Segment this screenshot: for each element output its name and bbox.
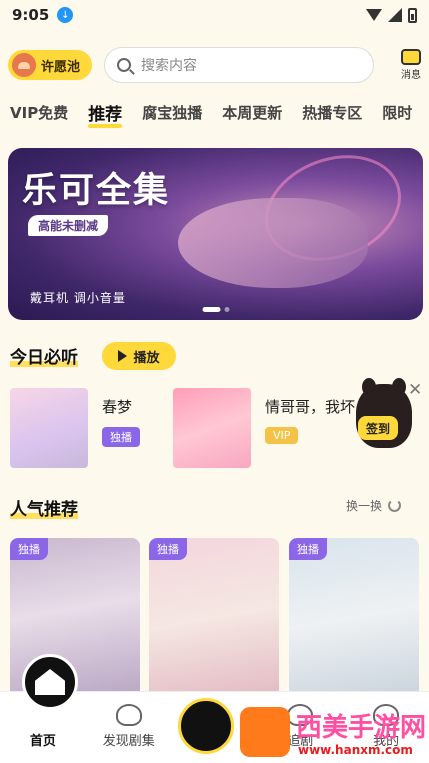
status-icons: [366, 7, 417, 23]
today-section-title: 今日必听: [10, 343, 78, 368]
exclusive-badge: 独播: [102, 427, 140, 447]
home-mascot-button[interactable]: [22, 654, 78, 710]
wish-pool-button[interactable]: 许愿池: [8, 50, 93, 80]
banner-title: 乐可全集: [22, 171, 171, 211]
play-all-button[interactable]: 播放: [102, 342, 176, 370]
exclusive-badge: 独播: [149, 538, 187, 560]
watermark-text: 西美手游网: [296, 713, 427, 743]
status-time: 9:05: [12, 6, 50, 24]
search-placeholder: 搜索内容: [141, 58, 198, 74]
pagination-dot: [224, 307, 229, 312]
refresh-icon: [388, 499, 402, 512]
banner-tag: 高能未删减: [28, 215, 109, 236]
search-input[interactable]: 搜索内容: [104, 47, 375, 83]
daily-item-cover: [10, 388, 88, 468]
exclusive-badge: 独播: [289, 538, 327, 560]
status-bar: 9:05 ↓: [0, 0, 429, 30]
today-title-text: 今日必听: [10, 348, 78, 368]
daily-item[interactable]: 情哥哥，我坏 VIP: [173, 388, 355, 468]
popular-item[interactable]: 独播: [289, 538, 419, 698]
promo-banner[interactable]: 乐可全集 高能未删减 戴耳机 调小音量: [8, 148, 423, 320]
play-icon: [118, 350, 128, 362]
refresh-label: 换一换: [346, 499, 383, 513]
popular-item[interactable]: 独播: [149, 538, 279, 698]
refresh-button[interactable]: 换一换: [346, 497, 402, 514]
tab-exclusive[interactable]: 腐宝独播: [142, 98, 202, 130]
banner-illustration: [178, 198, 368, 288]
daily-item-name: 情哥哥，我坏: [265, 398, 356, 416]
download-icon: ↓: [57, 7, 74, 23]
banner-pagination: [202, 307, 229, 312]
daily-item-name: 春梦: [102, 398, 133, 416]
planet-icon: [115, 704, 142, 726]
nav-home-label: 首页: [29, 734, 56, 749]
watermark: 西美手游网 www.hanxm.com: [240, 705, 426, 763]
popular-section-title: 人气推荐: [10, 495, 78, 520]
home-icon: [35, 669, 65, 695]
message-icon: [401, 49, 421, 65]
play-label: 播放: [133, 350, 160, 366]
tab-hot-zone[interactable]: 热播专区: [302, 98, 362, 130]
daily-item-info: 春梦 独播: [102, 388, 140, 468]
message-label: 消息: [401, 70, 421, 81]
wifi-icon: [366, 9, 382, 21]
wish-pool-icon: [12, 53, 36, 77]
battery-icon: [408, 7, 417, 23]
watermark-url: www.hanxm.com: [298, 743, 413, 757]
vip-badge: VIP: [265, 427, 299, 444]
nav-discover-label: 发现剧集: [102, 734, 155, 749]
banner-subtitle: 戴耳机 调小音量: [30, 291, 126, 305]
center-mascot-button[interactable]: [178, 698, 234, 754]
exclusive-badge: 独播: [10, 538, 48, 560]
mascot-ear: [362, 378, 376, 396]
popular-title-text: 人气推荐: [10, 500, 78, 520]
header: 许愿池 搜索内容 消息: [8, 46, 421, 84]
mascot-ear: [392, 378, 406, 396]
nav-discover[interactable]: 发现剧集: [86, 692, 172, 763]
tab-limited[interactable]: 限时: [382, 98, 412, 130]
category-tabs: VIP免费 推荐 腐宝独播 本周更新 热播专区 限时: [10, 98, 429, 130]
message-button[interactable]: 消息: [401, 49, 421, 81]
daily-item-cover: [173, 388, 251, 468]
tab-weekly-update[interactable]: 本周更新: [222, 98, 282, 130]
checkin-label: 签到: [358, 416, 398, 440]
checkin-button[interactable]: 签到: [356, 378, 412, 448]
daily-item-info: 情哥哥，我坏 VIP: [265, 388, 355, 468]
pagination-dot-active: [202, 307, 220, 312]
search-icon: [117, 58, 132, 72]
signal-icon: [388, 8, 402, 22]
wish-pool-label: 许愿池: [41, 59, 81, 75]
daily-item[interactable]: 春梦 独播: [10, 388, 140, 468]
tab-recommend[interactable]: 推荐: [88, 98, 123, 130]
close-icon[interactable]: ✕: [408, 380, 422, 400]
tab-vip-free[interactable]: VIP免费: [10, 98, 68, 130]
watermark-logo-icon: [240, 707, 290, 757]
